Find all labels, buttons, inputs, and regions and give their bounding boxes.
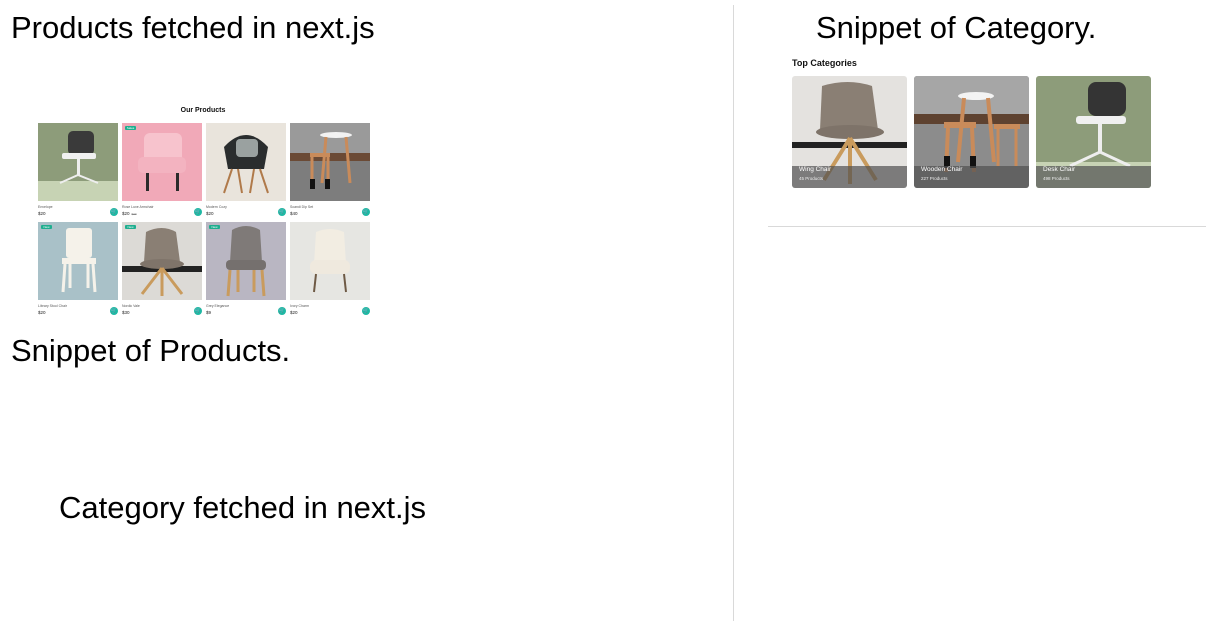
product-price: $40 — [290, 211, 298, 216]
product-price: $20 — [38, 211, 46, 216]
product-card[interactable]: Sales Rose Luxe Armchair $20 $30 🛒 — [122, 123, 202, 219]
horizontal-divider — [768, 226, 1206, 227]
cart-icon[interactable]: 🛒 — [110, 307, 118, 315]
new-badge: New — [41, 225, 52, 229]
product-name: Rose Luxe Armchair — [122, 205, 154, 209]
label-snippet-category: Snippet of Category. — [816, 10, 1097, 45]
category-card-wing-chair[interactable]: Wing Chair 45 Products — [792, 76, 907, 188]
cart-icon[interactable]: 🛒 — [362, 208, 370, 216]
product-name: Envelope — [38, 205, 53, 209]
product-card[interactable]: New Nordic Vale $30 🛒 — [122, 222, 202, 318]
label-category-fetched: Category fetched in next.js — [59, 490, 427, 525]
product-image — [290, 222, 370, 300]
category-name: Desk Chair — [1043, 166, 1076, 173]
cart-icon[interactable]: 🛒 — [278, 307, 286, 315]
cart-icon[interactable]: 🛒 — [194, 208, 202, 216]
product-name: Nordic Vale — [122, 304, 140, 308]
category-count: 45 Products — [799, 176, 824, 181]
category-name: Wing Chair — [799, 166, 832, 173]
product-image — [38, 123, 118, 201]
vertical-divider — [733, 5, 734, 621]
product-card[interactable]: Ivory Charm $20 🛒 — [290, 222, 370, 318]
product-card[interactable]: Scandi Dip Set $40 🛒 — [290, 123, 370, 219]
product-image — [290, 123, 370, 201]
cart-icon[interactable]: 🛒 — [362, 307, 370, 315]
product-card[interactable]: New Library Stool Chair $20 🛒 — [38, 222, 118, 318]
product-price: $20 $30 — [122, 211, 137, 216]
category-count: 498 Products — [1043, 176, 1070, 181]
category-name: Wooden Chair — [921, 166, 963, 173]
categories-title: Top Categories — [792, 58, 857, 68]
new-badge: New — [209, 225, 220, 229]
product-price: $9 — [206, 310, 212, 315]
product-image: New — [122, 222, 202, 300]
cart-icon[interactable]: 🛒 — [194, 307, 202, 315]
label-products-fetched: Products fetched in next.js — [11, 10, 375, 45]
product-name: Scandi Dip Set — [290, 205, 314, 209]
product-name: Grey Elegance — [206, 304, 230, 308]
category-card-desk-chair[interactable]: Desk Chair 498 Products — [1036, 76, 1151, 188]
label-snippet-products: Snippet of Products. — [11, 333, 291, 368]
product-price: $20 — [206, 211, 214, 216]
sales-badge: Sales — [125, 126, 136, 130]
product-price: $20 — [38, 310, 46, 315]
product-image: Sales — [122, 123, 202, 201]
products-title: Our Products — [180, 107, 226, 114]
product-price: $20 — [290, 310, 298, 315]
cart-icon[interactable]: 🛒 — [110, 208, 118, 216]
product-card[interactable]: Envelope $20 🛒 — [38, 123, 118, 219]
cart-icon[interactable]: 🛒 — [278, 208, 286, 216]
category-card-wooden-chair[interactable]: Wooden Chair 227 Products — [914, 76, 1029, 188]
product-card[interactable]: Modern Cozy $20 🛒 — [206, 123, 286, 219]
new-badge: New — [125, 225, 136, 229]
product-card[interactable]: New Grey Elegance $9 🛒 — [206, 222, 286, 318]
product-image — [206, 123, 286, 201]
product-price: $30 — [122, 310, 130, 315]
product-image: New — [206, 222, 286, 300]
product-name: Modern Cozy — [206, 205, 227, 209]
product-name: Ivory Charm — [290, 304, 310, 308]
product-image: New — [38, 222, 118, 300]
product-name: Library Stool Chair — [38, 304, 67, 308]
category-count: 227 Products — [921, 176, 948, 181]
